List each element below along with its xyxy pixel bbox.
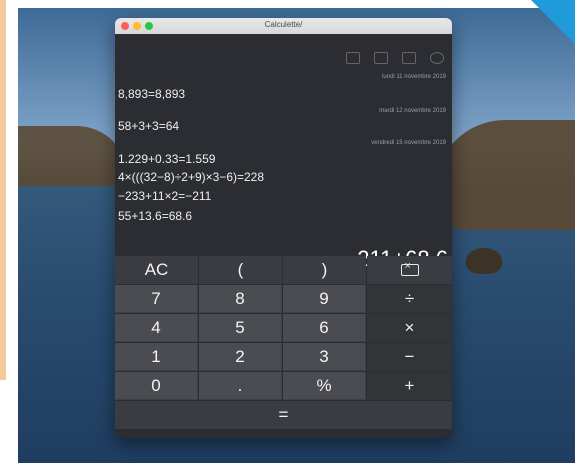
key-7[interactable]: 7	[115, 285, 198, 313]
save-icon[interactable]	[374, 52, 388, 64]
key-1[interactable]: 1	[115, 343, 198, 371]
folder-icon[interactable]	[402, 52, 416, 64]
close-paren-button[interactable]: )	[283, 256, 366, 284]
open-paren-button[interactable]: (	[199, 256, 282, 284]
history-date: vendredi 15 novembre 2019	[371, 140, 446, 146]
key-3[interactable]: 3	[283, 343, 366, 371]
history-entry[interactable]: 1.229+0.33=1.559	[118, 152, 215, 166]
window-icon[interactable]	[346, 52, 360, 64]
key-6[interactable]: 6	[283, 314, 366, 342]
calculator-window: Calculette/ lundi 11 novembre 2019 8,893…	[115, 18, 452, 438]
key-8[interactable]: 8	[199, 285, 282, 313]
left-edge-strip	[0, 0, 6, 380]
window-title: Calculette/	[264, 20, 303, 29]
toolbar	[346, 52, 444, 64]
wallpaper-hill-left	[18, 126, 128, 186]
settings-icon[interactable]	[430, 52, 444, 64]
key-4[interactable]: 4	[115, 314, 198, 342]
history-entry[interactable]: −233+11×2=−211	[118, 189, 211, 203]
wallpaper-hill-right	[435, 120, 575, 230]
key-9[interactable]: 9	[283, 285, 366, 313]
history-entry[interactable]: 55+13.6=68.6	[118, 209, 192, 223]
history-panel: lundi 11 novembre 2019 8,893=8,893 mardi…	[115, 34, 452, 271]
backspace-icon	[400, 260, 419, 276]
plus-button[interactable]: +	[367, 372, 452, 400]
minus-button[interactable]: −	[367, 343, 452, 371]
keypad: AC ( ) 7 8 9 ÷ 4 5 6 × 1 2 3 − 0 . % + =	[115, 256, 452, 438]
multiply-button[interactable]: ×	[367, 314, 452, 342]
history-entry[interactable]: 4×(((32−8)÷2+9)×3−6)=228	[118, 170, 264, 184]
history-entry[interactable]: 8,893=8,893	[118, 87, 185, 101]
wallpaper-islet	[466, 248, 502, 274]
ac-button[interactable]: AC	[115, 256, 198, 284]
key-5[interactable]: 5	[199, 314, 282, 342]
titlebar: Calculette/	[115, 18, 452, 34]
history-entry[interactable]: 58+3+3=64	[118, 119, 179, 133]
equals-button[interactable]: =	[115, 401, 452, 429]
percent-button[interactable]: %	[283, 372, 366, 400]
history-date: lundi 11 novembre 2019	[382, 74, 446, 80]
backspace-button[interactable]	[367, 256, 452, 284]
key-2[interactable]: 2	[199, 343, 282, 371]
history-date: mardi 12 novembre 2019	[379, 108, 446, 114]
divide-button[interactable]: ÷	[367, 285, 452, 313]
decimal-button[interactable]: .	[199, 372, 282, 400]
key-0[interactable]: 0	[115, 372, 198, 400]
